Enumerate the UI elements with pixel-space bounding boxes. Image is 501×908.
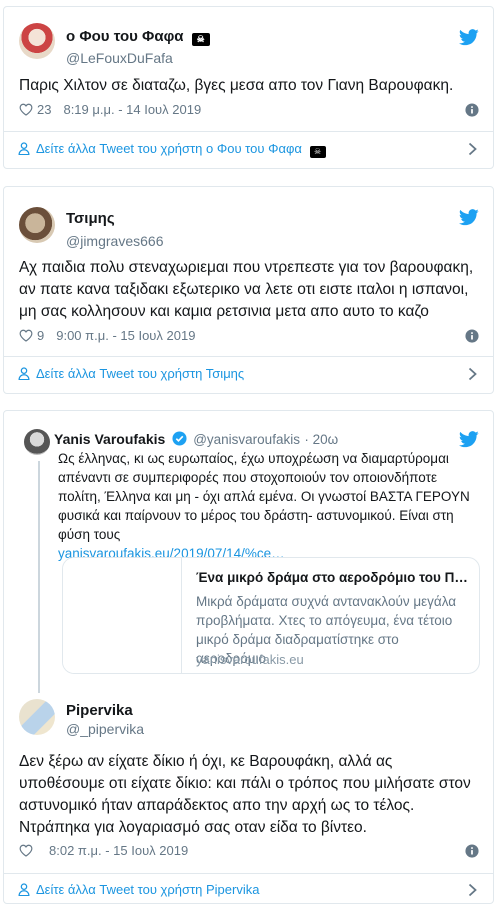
- avatar[interactable]: [19, 23, 55, 59]
- author-name[interactable]: Τσιμης: [66, 209, 115, 229]
- tweet-card-1: ο Φου του Φαφα ☠ @LeFouxDuFafa Παρις Χιλ…: [3, 6, 494, 169]
- avatar[interactable]: [19, 699, 55, 735]
- tweet-meta: 8:02 π.μ. - 15 Ιουλ 2019: [19, 841, 479, 861]
- info-icon[interactable]: [465, 103, 479, 117]
- heart-icon[interactable]: [19, 103, 33, 116]
- timestamp[interactable]: 8:02 π.μ. - 15 Ιουλ 2019: [49, 843, 188, 858]
- author-handle[interactable]: @LeFouxDuFafa: [66, 49, 173, 67]
- quoted-author-handle[interactable]: @yanisvaroufakis: [193, 432, 300, 447]
- heart-icon[interactable]: [19, 844, 33, 857]
- quoted-text: Ως έλληνας, κι ως ευρωπαίος, έχω υποχρέω…: [58, 449, 481, 563]
- twitter-bird-icon[interactable]: [459, 431, 479, 448]
- quoted-header: Yanis Varoufakis @yanisvaroufakis · 20ω: [54, 431, 479, 449]
- person-icon: [18, 142, 30, 155]
- tweet-meta: 9 9:00 π.μ. - 15 Ιουλ 2019: [19, 326, 479, 346]
- quoted-author-name[interactable]: Yanis Varoufakis: [54, 431, 165, 447]
- link-card-thumbnail: [63, 558, 182, 673]
- more-tweets-link[interactable]: Δείτε άλλα Tweet του χρήστη ο Φου του Φα…: [18, 138, 479, 160]
- like-count[interactable]: 23: [37, 102, 51, 117]
- more-tweets-link[interactable]: Δείτε άλλα Tweet του χρήστη Pipervika: [18, 879, 479, 901]
- avatar[interactable]: [24, 429, 50, 455]
- reply-author-handle[interactable]: @_pipervika: [66, 720, 144, 738]
- timestamp[interactable]: 8:19 μ.μ. - 14 Ιουλ 2019: [63, 102, 201, 117]
- more-tweets-label: Δείτε άλλα Tweet του χρήστη Τσιμης: [36, 366, 245, 381]
- divider: [4, 356, 493, 357]
- avatar[interactable]: [19, 207, 55, 243]
- divider: [4, 873, 493, 874]
- tweet-text: Παρις Χιλτον σε διαταζω, βγες μεσα απο τ…: [19, 77, 454, 94]
- more-tweets-label: Δείτε άλλα Tweet του χρήστη ο Φου του Φα…: [36, 141, 302, 156]
- person-icon: [18, 367, 30, 380]
- tweet-card-2: Τσιμης @jimgraves666 Αχ παιδια πολυ στεν…: [3, 186, 494, 394]
- author-name[interactable]: ο Φου του Φαφα: [66, 28, 184, 45]
- info-icon[interactable]: [465, 329, 479, 343]
- pirate-flag-icon: ☠: [191, 33, 210, 46]
- thread-line: [38, 461, 40, 693]
- chevron-right-icon: [468, 142, 477, 156]
- chevron-right-icon: [468, 883, 477, 897]
- divider: [4, 131, 493, 132]
- timestamp[interactable]: 9:00 π.μ. - 15 Ιουλ 2019: [56, 328, 195, 343]
- verified-icon: [172, 431, 187, 446]
- tweet-text: Αχ παιδια πολυ στεναχωριεμαι που ντρεπεσ…: [19, 259, 474, 320]
- twitter-bird-icon[interactable]: [459, 29, 479, 46]
- chevron-right-icon: [468, 367, 477, 381]
- info-icon[interactable]: [465, 844, 479, 858]
- link-card[interactable]: Ένα μικρό δράμα στο αεροδρόμιο του Π… Μι…: [62, 557, 480, 674]
- tweet-meta: 23 8:19 μ.μ. - 14 Ιουλ 2019: [19, 100, 479, 120]
- link-card-domain: yanisvaroufakis.eu: [196, 652, 304, 667]
- quoted-age[interactable]: · 20ω: [304, 432, 338, 447]
- tweet-card-3: Yanis Varoufakis @yanisvaroufakis · 20ω …: [3, 410, 494, 904]
- like-count[interactable]: 9: [37, 328, 44, 343]
- more-tweets-label: Δείτε άλλα Tweet του χρήστη Pipervika: [36, 882, 260, 897]
- author-handle[interactable]: @jimgraves666: [66, 232, 163, 250]
- link-card-title: Ένα μικρό δράμα στο αεροδρόμιο του Π…: [196, 570, 468, 585]
- reply-text: Δεν ξέρω αν είχατε δίκιο ή όχι, κε Βαρου…: [19, 753, 471, 836]
- twitter-bird-icon[interactable]: [459, 209, 479, 226]
- pirate-flag-icon: ☠: [309, 146, 326, 158]
- more-tweets-link[interactable]: Δείτε άλλα Tweet του χρήστη Τσιμης: [18, 363, 479, 385]
- heart-icon[interactable]: [19, 329, 33, 342]
- reply-author-name[interactable]: Pipervika: [66, 701, 133, 721]
- person-icon: [18, 883, 30, 896]
- quoted-body: Ως έλληνας, κι ως ευρωπαίος, έχω υποχρέω…: [58, 451, 470, 542]
